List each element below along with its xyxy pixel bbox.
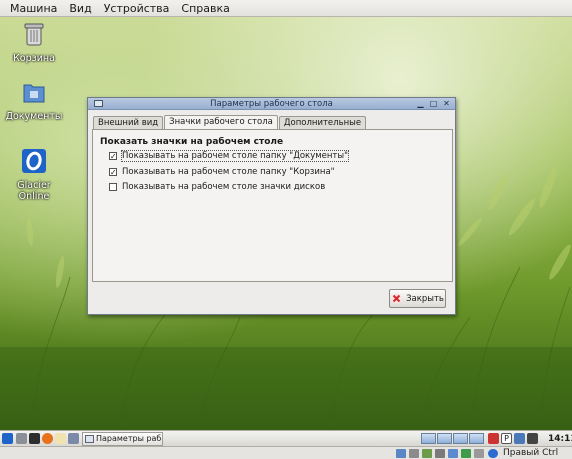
- maximize-icon[interactable]: □: [428, 99, 439, 108]
- taskbar: Параметры раб... P 14:11: [0, 430, 572, 446]
- desktop-settings-dialog: Параметры рабочего стола ▁ □ ✕ Внешний в…: [87, 97, 456, 315]
- option-label: Показывать на рабочем столе значки диско…: [122, 182, 326, 192]
- menu-help[interactable]: Справка: [175, 0, 235, 17]
- checkbox-show-documents[interactable]: ✓: [109, 152, 117, 161]
- host-key-arrow-icon[interactable]: [488, 449, 498, 458]
- text-editor-icon[interactable]: [55, 433, 66, 444]
- usb-icon[interactable]: [422, 449, 432, 458]
- network-icon[interactable]: [514, 433, 525, 444]
- keyboard-layout-indicator[interactable]: P: [501, 433, 512, 444]
- desktop-icon-glacier-online[interactable]: Glacier Online: [4, 137, 64, 202]
- dialog-tabs: Внешний вид Значки рабочего стола Дополн…: [93, 115, 367, 130]
- volume-icon[interactable]: [527, 433, 538, 444]
- mouse-integration-icon[interactable]: [474, 449, 484, 458]
- desktop-icon-documents[interactable]: Документы: [4, 79, 64, 122]
- tab-desktop-icons[interactable]: Значки рабочего стола: [164, 115, 278, 130]
- workspace-1[interactable]: [421, 433, 436, 444]
- desktop-icon-label: Glacier Online: [17, 180, 51, 202]
- option-label: Показывать на рабочем столе папку "Корзи…: [122, 167, 335, 177]
- close-button-label: Закрыть: [406, 293, 444, 304]
- option-show-documents[interactable]: ✓ Показывать на рабочем столе папку "Док…: [109, 150, 349, 162]
- show-desktop-icon[interactable]: [16, 433, 27, 444]
- menu-machine[interactable]: Машина: [4, 0, 63, 17]
- workspace-2[interactable]: [437, 433, 452, 444]
- checkbox-show-trash[interactable]: ✓: [109, 168, 117, 177]
- vm-statusbar: Правый Ctrl: [0, 446, 572, 459]
- shared-folders-icon[interactable]: [435, 449, 445, 458]
- dialog-title: Параметры рабочего стола: [210, 99, 333, 109]
- glacier-logo-icon: [22, 149, 46, 173]
- taskbar-window-button[interactable]: Параметры раб...: [82, 432, 163, 446]
- start-menu-icon[interactable]: [2, 433, 13, 444]
- option-label: Показывать на рабочем столе папку "Докум…: [121, 150, 349, 162]
- host-key-label: Правый Ctrl: [503, 448, 559, 458]
- menu-devices[interactable]: Устройства: [98, 0, 176, 17]
- menu-view[interactable]: Вид: [63, 0, 97, 17]
- taskbar-window-label: Параметры раб...: [96, 434, 163, 443]
- window-icon: [94, 100, 103, 107]
- trash-icon: [24, 23, 44, 46]
- desktop-icon-trash[interactable]: Корзина: [4, 21, 64, 64]
- tab-appearance[interactable]: Внешний вид: [93, 116, 164, 129]
- section-title: Показать значки на рабочем столе: [100, 137, 284, 147]
- terminal-icon[interactable]: [29, 433, 40, 444]
- hard-disk-icon[interactable]: [396, 449, 406, 458]
- file-manager-icon[interactable]: [68, 433, 79, 444]
- workspace-4[interactable]: [469, 433, 484, 444]
- checkbox-show-drives[interactable]: [109, 183, 117, 191]
- desktop-icon-label: Документы: [5, 111, 63, 122]
- folder-icon: [23, 84, 45, 103]
- close-icon[interactable]: ✕: [441, 99, 452, 108]
- option-show-trash[interactable]: ✓ Показывать на рабочем столе папку "Кор…: [109, 167, 335, 177]
- tab-panel: Показать значки на рабочем столе ✓ Показ…: [92, 129, 453, 282]
- close-x-icon: [391, 293, 402, 304]
- workspace-3[interactable]: [453, 433, 468, 444]
- firefox-icon[interactable]: [42, 433, 53, 444]
- option-show-drives[interactable]: Показывать на рабочем столе значки диско…: [109, 182, 325, 192]
- capture-icon[interactable]: [461, 449, 471, 458]
- vm-menubar: Машина Вид Устройства Справка: [0, 0, 572, 17]
- desktop-icon-label: Корзина: [13, 53, 55, 64]
- close-button[interactable]: Закрыть: [389, 289, 446, 308]
- network-adapter-icon[interactable]: [448, 449, 458, 458]
- clock[interactable]: 14:11: [548, 432, 572, 446]
- us-flag-icon[interactable]: [488, 433, 499, 444]
- minimize-icon[interactable]: ▁: [415, 99, 426, 108]
- window-icon: [85, 435, 94, 443]
- tab-advanced[interactable]: Дополнительные: [278, 116, 367, 129]
- dialog-titlebar[interactable]: Параметры рабочего стола ▁ □ ✕: [88, 98, 455, 110]
- optical-drive-icon[interactable]: [409, 449, 419, 458]
